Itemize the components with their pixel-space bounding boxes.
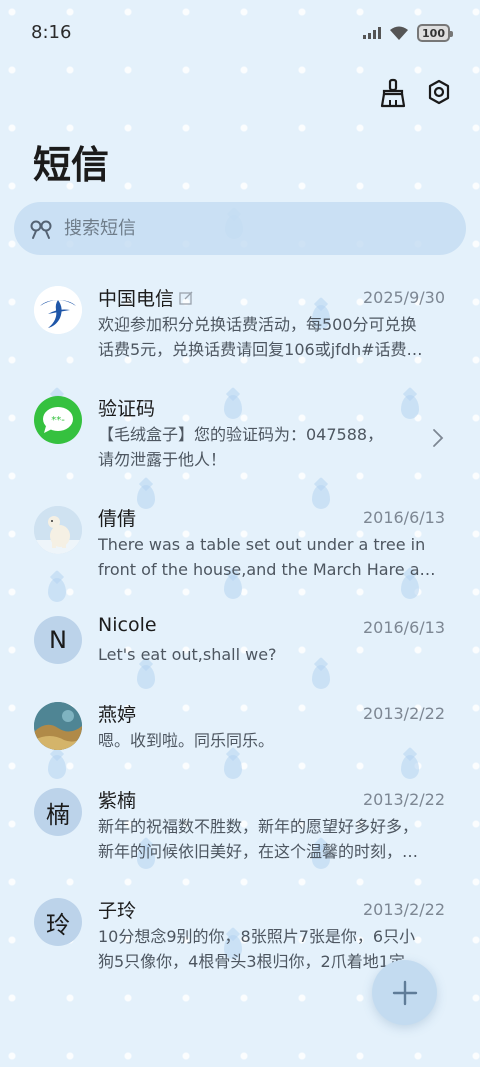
message-preview: 新年的祝福数不胜数，新年的愿望好多好多， 新年的问候依旧美好，在这个温馨的时刻，… (98, 814, 444, 864)
battery-indicator: 100 (417, 24, 453, 42)
preview-line: 新年的问候依旧美好，在这个温馨的时刻，… (98, 842, 419, 861)
message-date: 2013/2/22 (362, 790, 445, 809)
search-input[interactable] (64, 218, 424, 239)
china-telecom-logo (34, 286, 82, 334)
polar-bear-photo (34, 506, 82, 554)
sender-name: 中国电信 (98, 284, 194, 311)
svg-text:**-: **- (51, 415, 65, 426)
landscape-icon (34, 702, 82, 750)
new-message-button[interactable] (372, 960, 437, 1025)
china-telecom-logo-icon (34, 286, 82, 334)
sender-name-text: Nicole (98, 614, 157, 636)
sender-name: 紫楠 (98, 786, 136, 813)
message-preview: Let's eat out,shall we? (98, 642, 444, 667)
wifi-icon (390, 26, 409, 40)
message-date: 2016/6/13 (362, 618, 445, 637)
search-bar[interactable] (14, 202, 466, 255)
preview-line: 新年的祝福数不胜数，新年的愿望好多好多， (98, 817, 419, 836)
sender-name-text: 燕婷 (98, 704, 137, 726)
sender-name-text: 紫楠 (98, 790, 137, 812)
edit-icon (179, 291, 193, 305)
signal-icon (363, 27, 382, 39)
sender-name-text: 倩倩 (98, 508, 137, 530)
preview-line: 嗯。收到啦。同乐同乐。 (98, 731, 275, 750)
sender-name: Nicole (98, 614, 157, 636)
sender-name: 子玲 (98, 896, 136, 923)
conversation-item[interactable]: **- 验证码 【毛绒盒子】您的验证码为：047588， 请勿泄露于他人！ (0, 382, 480, 492)
page-title: 短信 (33, 143, 110, 187)
conversation-item[interactable]: 楠 紫楠 2013/2/22 新年的祝福数不胜数，新年的愿望好多好多， 新年的问… (0, 774, 480, 884)
status-indicators: 100 (363, 24, 453, 42)
message-preview: 【毛绒盒子】您的验证码为：047588， 请勿泄露于他人！ (98, 422, 444, 472)
chat-bubble-icon: **- (43, 407, 73, 433)
top-actions (380, 78, 452, 108)
sender-name-text: 中国电信 (98, 288, 175, 310)
conversation-item[interactable]: 倩倩 2016/6/13 There was a table set out u… (0, 492, 480, 602)
gear-icon[interactable] (426, 78, 452, 108)
preview-line: 【毛绒盒子】您的验证码为：047588， (98, 425, 384, 444)
message-preview: 欢迎参加积分兑换话费活动，每500分可兑换 话费5元，兑换话费请回复106或jf… (98, 312, 444, 362)
conversation-item[interactable]: 中国电信 2025/9/30 欢迎参加积分兑换话费活动，每500分可兑换 话费5… (0, 272, 480, 382)
sender-name: 验证码 (98, 394, 155, 421)
avatar: 玲 (34, 898, 82, 946)
preview-line: There was a table set out under a tree i… (98, 535, 426, 554)
preview-line: front of the house,and the March Hare an… (98, 560, 444, 579)
preview-line: 欢迎参加积分兑换话费活动，每500分可兑换 (98, 315, 417, 334)
sender-name-text: 验证码 (98, 398, 156, 420)
message-date: 2016/6/13 (362, 508, 445, 527)
avatar: N (34, 616, 82, 664)
sender-name: 倩倩 (98, 504, 136, 531)
chevron-right-icon[interactable] (432, 428, 444, 448)
message-preview: There was a table set out under a tree i… (98, 532, 444, 582)
search-icon (30, 220, 52, 239)
sender-name-text: 子玲 (98, 900, 137, 922)
message-preview: 嗯。收到啦。同乐同乐。 (98, 728, 444, 753)
conversation-item[interactable]: N Nicole 2016/6/13 Let's eat out,shall w… (0, 602, 480, 688)
message-date: 2013/2/22 (362, 704, 445, 723)
landscape-photo (34, 702, 82, 750)
sender-name: 燕婷 (98, 700, 136, 727)
preview-line: 10分想念9别的你，8张照片7张是你，6只小 (98, 927, 416, 946)
preview-line: 请勿泄露于他人！ (98, 450, 227, 469)
preview-line: Let's eat out,shall we? (98, 645, 277, 664)
message-list: 中国电信 2025/9/30 欢迎参加积分兑换话费活动，每500分可兑换 话费5… (0, 272, 480, 994)
message-date: 2013/2/22 (362, 900, 445, 919)
message-date: 2025/9/30 (362, 288, 445, 307)
broom-icon[interactable] (380, 78, 406, 108)
status-bar: 8:16 100 (0, 0, 480, 68)
message-app-icon: **- (34, 396, 82, 444)
polar-bear-icon (34, 506, 82, 554)
preview-line: 话费5元，兑换话费请回复106或jfdh#话费… (98, 340, 423, 359)
plus-icon (392, 980, 417, 1005)
avatar: 楠 (34, 788, 82, 836)
conversation-item[interactable]: 燕婷 2013/2/22 嗯。收到啦。同乐同乐。 (0, 688, 480, 774)
status-time: 8:16 (31, 22, 72, 43)
